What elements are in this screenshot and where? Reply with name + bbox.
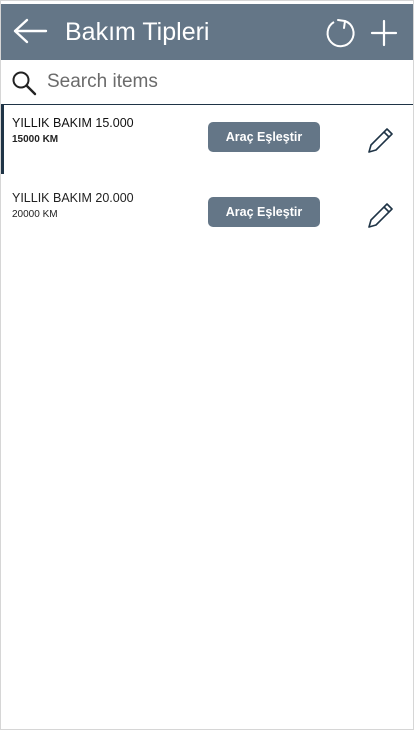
app-screen: Bakım Tipleri YILLIK BAKIM 15.000 15000 …: [0, 0, 414, 730]
arrow-left-icon[interactable]: [13, 16, 49, 46]
refresh-icon[interactable]: [323, 16, 357, 50]
item-km: 20000 KM: [12, 209, 58, 220]
list-item[interactable]: YILLIK BAKIM 20.000 20000 KM Araç Eşleşt…: [1, 179, 413, 249]
search-bar: [1, 60, 413, 105]
pencil-icon[interactable]: [365, 126, 395, 156]
page-title: Bakım Tipleri: [65, 18, 210, 46]
search-icon: [12, 71, 37, 96]
item-name: YILLIK BAKIM 20.000: [12, 191, 134, 205]
arac-eslestir-button[interactable]: Araç Eşleştir: [208, 122, 320, 152]
list-item[interactable]: YILLIK BAKIM 15.000 15000 KM Araç Eşleşt…: [1, 104, 413, 174]
header-bar: Bakım Tipleri: [1, 4, 413, 60]
pencil-icon[interactable]: [365, 201, 395, 231]
item-name: YILLIK BAKIM 15.000: [12, 116, 134, 130]
arac-eslestir-button[interactable]: Araç Eşleştir: [208, 197, 320, 227]
item-km: 15000 KM: [12, 134, 59, 145]
plus-icon[interactable]: [369, 18, 399, 48]
search-input[interactable]: [47, 68, 387, 96]
